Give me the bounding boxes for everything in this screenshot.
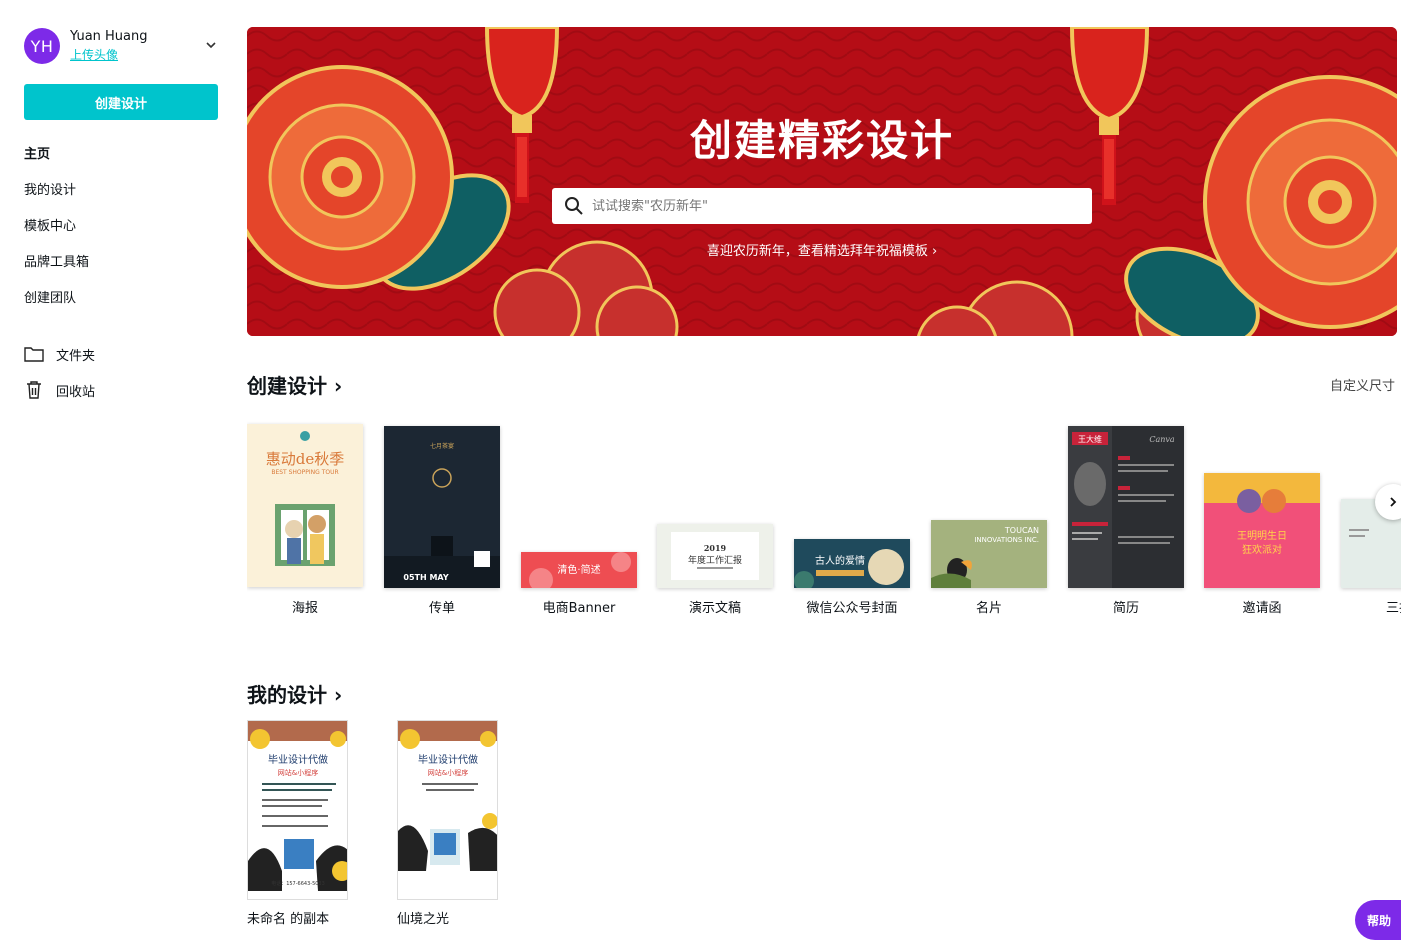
hero-banner: 创建精彩设计 喜迎农历新年，查看精选拜年祝福模板 › — [247, 27, 1397, 336]
resume-thumb-brand: Canva — [1149, 435, 1175, 444]
my-designs-heading[interactable]: 我的设计 › — [247, 679, 342, 708]
invitation-thumb-title: 王明明生日 — [1237, 529, 1287, 542]
design-type-presentation[interactable]: 2019 年度工作汇报 演示文稿 — [657, 420, 773, 620]
design-type-invitation[interactable]: 王明明生日 狂欢派对 邀请函 — [1204, 420, 1320, 620]
business-card-thumb-subtitle: INNOVATIONS INC. — [974, 536, 1039, 544]
my-design-card[interactable]: 毕业设计代做 网站&小程序 电话：157-6643-5033 未命名 的副本 — [247, 720, 348, 927]
sidebar-nav: 主页 我的设计 模板中心 品牌工具箱 创建团队 — [24, 134, 224, 314]
flyer-thumbnail: 七月茶宴 05TH MAY — [384, 426, 500, 588]
user-info: Yuan Huang 上传头像 — [70, 28, 148, 64]
sidebar-item-templates[interactable]: 模板中心 — [24, 206, 224, 242]
design-type-poster[interactable]: 惠动de秋季 BEST SHOPPING TOUR 海报 — [247, 420, 363, 620]
search-input[interactable] — [592, 198, 1072, 214]
sidebar-item-home[interactable]: 主页 — [24, 134, 224, 170]
my-design-thumb-subtitle: 网站&小程序 — [428, 768, 468, 777]
user-account-menu[interactable]: YH Yuan Huang 上传头像 — [24, 26, 220, 66]
help-button[interactable]: 帮助 — [1355, 900, 1401, 940]
design-type-label: 微信公众号封面 — [806, 601, 898, 616]
my-design-thumb-phone: 电话：157-6643-5033 — [271, 880, 325, 887]
design-type-label: 演示文稿 — [688, 601, 741, 616]
design-type-label: 简历 — [1112, 601, 1139, 616]
design-type-ecommerce-banner[interactable]: 清色·简述 电商Banner — [521, 420, 637, 620]
my-design-thumb-subtitle: 网站&小程序 — [278, 768, 318, 777]
sidebar-item-my-designs[interactable]: 我的设计 — [24, 170, 224, 206]
design-types-carousel: 惠动de秋季 BEST SHOPPING TOUR 海报 七月茶宴 05TH M — [247, 420, 1401, 620]
resume-thumbnail: 王大维 Canva — [1068, 426, 1184, 588]
ecommerce-banner-thumbnail: 清色·简述 — [521, 552, 637, 588]
new-year-templates-link[interactable]: 喜迎农历新年，查看精选拜年祝福模板 › — [247, 240, 1397, 259]
design-type-flyer[interactable]: 七月茶宴 05TH MAY 传单 — [384, 420, 500, 620]
create-design-heading[interactable]: 创建设计 › — [247, 370, 342, 399]
poster-thumbnail: 惠动de秋季 BEST SHOPPING TOUR — [247, 424, 363, 587]
presentation-thumbnail: 2019 年度工作汇报 — [657, 524, 773, 588]
resume-thumb-name: 王大维 — [1078, 434, 1102, 444]
my-design-card[interactable]: 毕业设计代做 网站&小程序 仙境之光 — [397, 720, 498, 927]
presentation-thumb-year: 2019 — [704, 543, 727, 553]
design-type-label: 传单 — [428, 601, 455, 616]
my-design-thumbnail: 毕业设计代做 网站&小程序 — [397, 720, 498, 900]
sidebar-item-label: 回收站 — [56, 384, 96, 400]
sidebar-item-folders[interactable]: 文件夹 — [24, 336, 224, 372]
my-design-thumbnail: 毕业设计代做 网站&小程序 电话：157-6643-5033 — [247, 720, 348, 900]
sidebar: YH Yuan Huang 上传头像 创建设计 主页 我的设计 模板中心 品牌工… — [0, 0, 240, 930]
sidebar-item-trash[interactable]: 回收站 — [24, 372, 224, 408]
trash-icon — [24, 380, 44, 400]
user-name: Yuan Huang — [70, 29, 148, 44]
design-type-label: 三折 — [1385, 601, 1401, 616]
invitation-thumbnail: 王明明生日 狂欢派对 — [1204, 473, 1320, 588]
poster-thumb-subtitle: BEST SHOPPING TOUR — [271, 469, 338, 476]
design-type-label: 电商Banner — [542, 601, 616, 616]
avatar[interactable]: YH — [24, 28, 60, 64]
design-type-label: 海报 — [291, 601, 318, 616]
my-design-thumb-title: 毕业设计代做 — [418, 753, 478, 766]
chevron-down-icon[interactable] — [204, 38, 218, 52]
business-card-thumb-title: TOUCAN — [1004, 526, 1039, 535]
design-type-trifold[interactable]: 三折 — [1341, 420, 1401, 620]
upload-avatar-link[interactable]: 上传头像 — [70, 46, 148, 64]
hero-title: 创建精彩设计 — [689, 116, 954, 165]
flyer-thumb-subtitle: 七月茶宴 — [430, 442, 454, 450]
wechat-cover-thumbnail: 古人的爱情 — [794, 539, 910, 588]
flyer-thumb-date: 05TH MAY — [403, 573, 448, 582]
search-icon — [565, 197, 583, 215]
design-type-label: 名片 — [975, 601, 1002, 616]
invitation-thumb-subtitle: 狂欢派对 — [1242, 543, 1282, 556]
chevron-right-icon — [1390, 497, 1397, 507]
sidebar-item-create-team[interactable]: 创建团队 — [24, 278, 224, 314]
design-type-wechat-cover[interactable]: 古人的爱情 微信公众号封面 — [794, 420, 910, 620]
my-design-title[interactable]: 仙境之光 — [397, 908, 498, 927]
wechat-cover-thumb-title: 古人的爱情 — [815, 554, 865, 567]
presentation-thumb-title: 年度工作汇报 — [688, 554, 742, 566]
hero-search-box[interactable] — [552, 188, 1092, 224]
sidebar-secondary-nav: 文件夹 回收站 — [24, 336, 224, 408]
design-type-label: 邀请函 — [1242, 601, 1282, 616]
hero-illustration — [247, 27, 1397, 336]
business-card-thumbnail: TOUCAN INNOVATIONS INC. — [931, 520, 1047, 588]
my-design-title[interactable]: 未命名 的副本 — [247, 908, 348, 927]
poster-thumb-title: 惠动de秋季 — [266, 450, 344, 468]
create-design-button[interactable]: 创建设计 — [24, 84, 218, 120]
custom-size-link[interactable]: 自定义尺寸 — [1330, 375, 1395, 394]
folder-icon — [24, 344, 44, 364]
ecommerce-banner-thumb-title: 清色·简述 — [557, 563, 600, 576]
my-design-thumb-title: 毕业设计代做 — [268, 753, 328, 766]
design-type-business-card[interactable]: TOUCAN INNOVATIONS INC. 名片 — [931, 420, 1047, 620]
design-type-resume[interactable]: 王大维 Canva 简历 — [1068, 420, 1184, 620]
sidebar-item-label: 文件夹 — [56, 348, 96, 364]
sidebar-item-brand-kit[interactable]: 品牌工具箱 — [24, 242, 224, 278]
